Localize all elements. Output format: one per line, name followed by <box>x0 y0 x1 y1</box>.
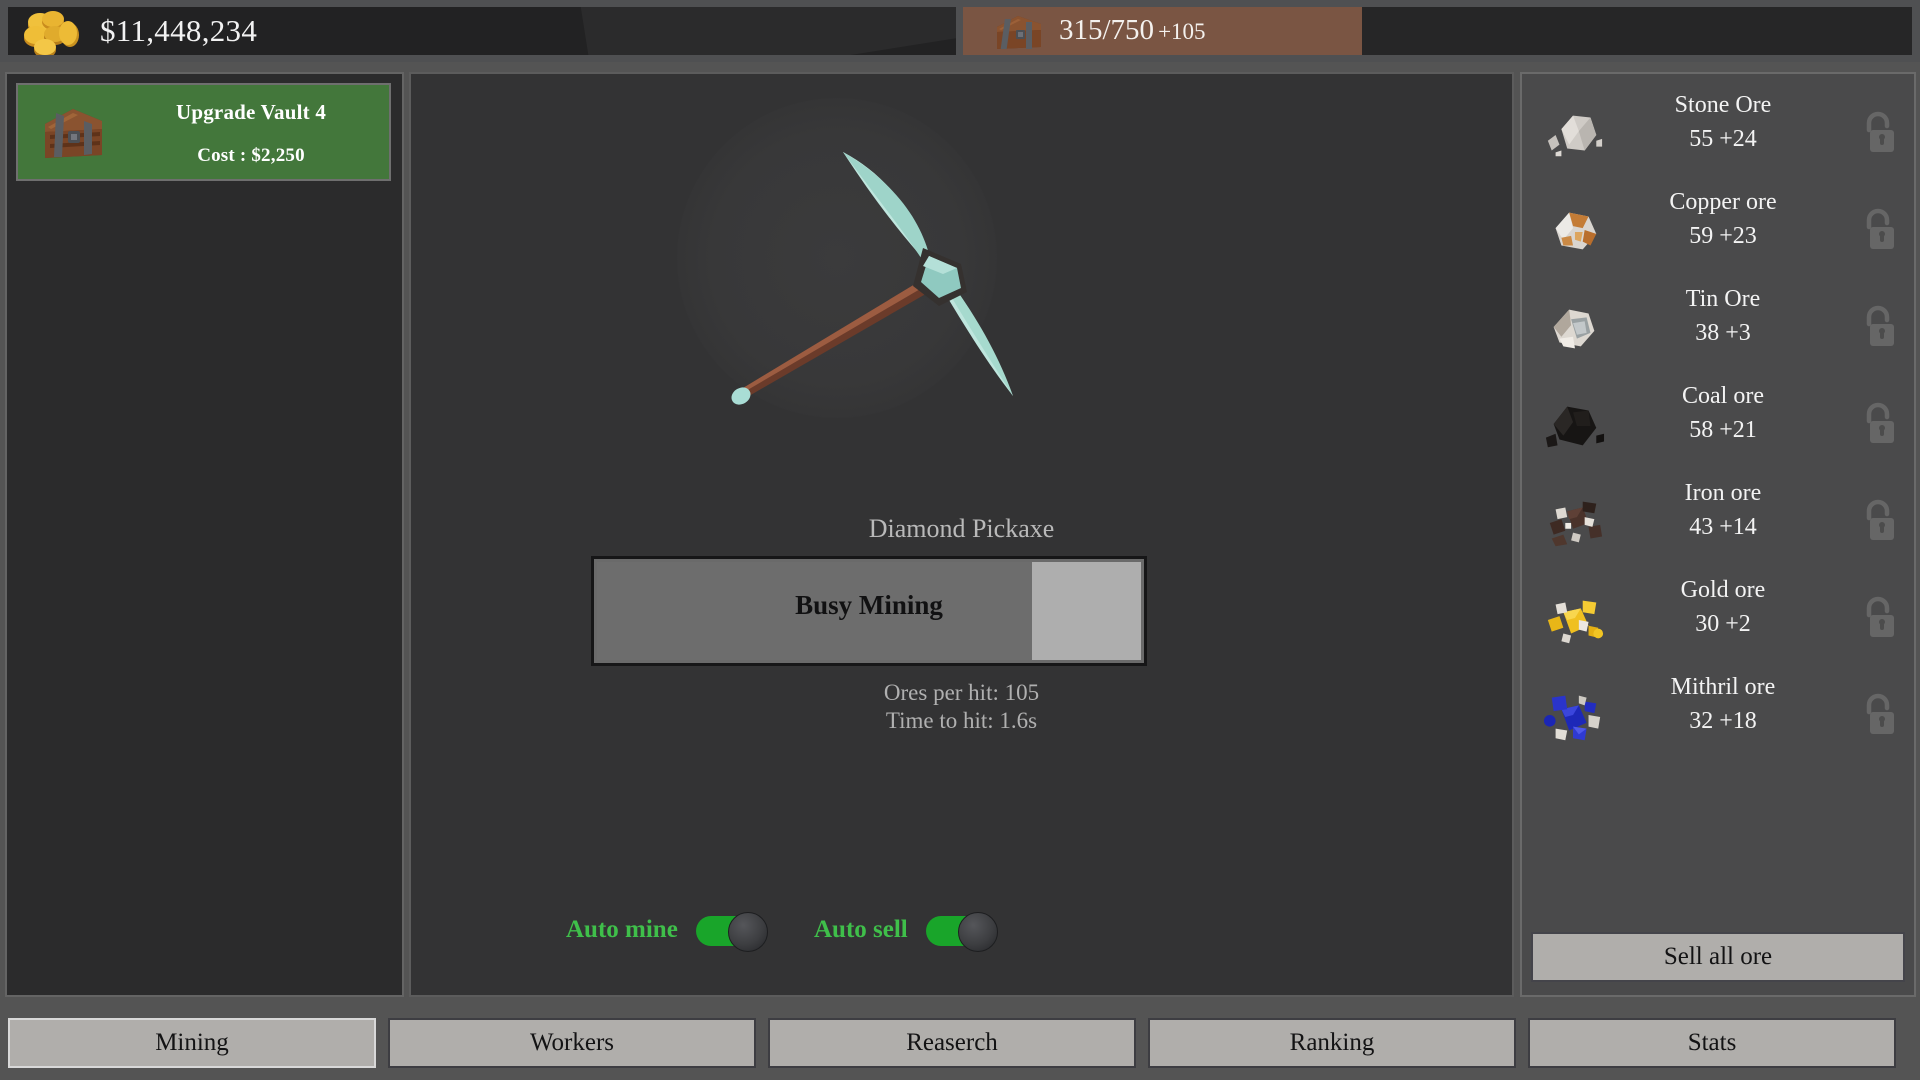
top-status-bar: $11,448,234 315/750 +105 <box>0 0 1920 62</box>
automation-toggles: Auto mine Auto sell <box>411 904 1512 964</box>
ore-count: 59 +23 <box>1689 223 1757 249</box>
mining-status-label: Busy Mining <box>795 590 943 620</box>
ore-row[interactable]: Iron ore 43 +14 <box>1522 472 1914 569</box>
coal-ore-icon <box>1545 406 1605 448</box>
diamond-pickaxe-icon[interactable] <box>631 94 1051 424</box>
tab-mining[interactable]: Mining <box>8 1018 376 1068</box>
ores-per-hit-stat: Ores per hit: 105 <box>883 680 1040 705</box>
sell-all-ore-button[interactable]: Sell all ore <box>1531 932 1905 982</box>
unlocked-padlock-icon <box>1866 499 1894 540</box>
ore-name: Gold ore <box>1680 577 1766 603</box>
ore-name: Mithril ore <box>1670 674 1776 700</box>
mining-progress-track: Busy Mining <box>597 562 1141 660</box>
game-window: $11,448,234 315/750 +105 Upgrade Vault 4… <box>0 0 1920 1080</box>
ore-row[interactable]: Gold ore 30 +2 <box>1522 569 1914 666</box>
auto-mine-label: Auto mine <box>566 916 678 943</box>
treasure-chest-icon <box>45 109 102 158</box>
ore-list: Stone Ore 55 +24 Copper ore 59 +23 Tin Ore 38… <box>1522 84 1914 763</box>
auto-sell-toggle-group: Auto sell <box>814 912 998 952</box>
ore-count: 43 +14 <box>1689 514 1757 540</box>
inventory-panel: Stone Ore 55 +24 Copper ore 59 +23 Tin Ore 38… <box>1520 72 1916 997</box>
unlocked-padlock-icon <box>1866 693 1894 734</box>
tab-workers[interactable]: Workers <box>388 1018 756 1068</box>
ore-lock-toggle[interactable] <box>1858 207 1898 253</box>
upgrade-vault-button[interactable]: Upgrade Vault 4 Cost : $2,250 <box>16 83 391 181</box>
ore-name: Iron ore <box>1684 480 1762 506</box>
vault-gain-value: +105 <box>1158 19 1206 44</box>
ore-name: Tin Ore <box>1685 286 1761 312</box>
unlocked-padlock-icon <box>1866 111 1894 152</box>
mithril-ore-icon <box>1543 695 1601 741</box>
vault-capacity-bar: 315/750 +105 <box>963 7 1912 55</box>
vault-current-value: 315/750 <box>1059 14 1155 46</box>
money-panel: $11,448,234 <box>8 7 956 55</box>
auto-sell-switch-knob <box>957 912 998 952</box>
tab-ranking[interactable]: Ranking <box>1148 1018 1516 1068</box>
copper-ore-icon <box>1555 212 1597 250</box>
ore-name: Coal ore <box>1682 383 1764 409</box>
ore-row[interactable]: Tin Ore 38 +3 <box>1522 278 1914 375</box>
gold-ore-icon <box>1547 600 1604 644</box>
ore-row[interactable]: Stone Ore 55 +24 <box>1522 84 1914 181</box>
gold-coins-icon <box>24 11 79 55</box>
ore-lock-toggle[interactable] <box>1858 401 1898 447</box>
unlocked-padlock-icon <box>1866 596 1894 637</box>
ore-row[interactable]: Coal ore 58 +21 <box>1522 375 1914 472</box>
ore-row[interactable]: Copper ore 59 +23 <box>1522 181 1914 278</box>
auto-mine-switch-knob <box>727 912 768 952</box>
mining-panel: Diamond Pickaxe Busy Mining Ores per hit… <box>409 72 1514 997</box>
unlocked-padlock-icon <box>1866 305 1894 346</box>
mining-progress-bar: Busy Mining <box>591 556 1147 666</box>
treasure-chest-icon <box>997 16 1041 49</box>
ore-lock-toggle[interactable] <box>1858 304 1898 350</box>
upgrade-vault-title: Upgrade Vault 4 <box>175 100 327 124</box>
stone-ore-icon <box>1547 115 1603 157</box>
bottom-tab-bar: Mining Workers Reaserch Ranking Stats <box>0 1005 1920 1080</box>
ore-lock-toggle[interactable] <box>1858 110 1898 156</box>
auto-sell-switch[interactable] <box>925 912 998 952</box>
ore-name: Stone Ore <box>1674 92 1772 118</box>
ore-name: Copper ore <box>1669 189 1777 215</box>
auto-mine-switch[interactable] <box>695 912 768 952</box>
ore-row[interactable]: Mithril ore 32 +18 <box>1522 666 1914 763</box>
time-to-hit-stat: Time to hit: 1.6s <box>885 708 1038 733</box>
ore-count: 32 +18 <box>1689 708 1757 734</box>
ore-count: 30 +2 <box>1695 611 1751 637</box>
tab-stats[interactable]: Stats <box>1528 1018 1896 1068</box>
ore-lock-toggle[interactable] <box>1858 595 1898 641</box>
upgrade-vault-cost: Cost : $2,250 <box>197 145 305 166</box>
unlocked-padlock-icon <box>1866 208 1894 249</box>
ore-lock-toggle[interactable] <box>1858 692 1898 738</box>
auto-mine-toggle-group: Auto mine <box>566 912 768 952</box>
vault-capacity-text: 315/750 +105 <box>1059 14 1206 47</box>
ore-count: 58 +21 <box>1689 417 1757 443</box>
auto-sell-label: Auto sell <box>814 916 908 943</box>
tab-reaserch[interactable]: Reaserch <box>768 1018 1136 1068</box>
upgrades-panel: Upgrade Vault 4 Cost : $2,250 <box>5 72 404 997</box>
unlocked-padlock-icon <box>1866 402 1894 443</box>
iron-ore-icon <box>1549 501 1603 547</box>
ore-count: 55 +24 <box>1689 126 1757 152</box>
money-amount: $11,448,234 <box>100 13 258 48</box>
pickaxe-name: Diamond Pickaxe <box>868 514 1055 543</box>
ore-count: 38 +3 <box>1695 320 1751 346</box>
ore-lock-toggle[interactable] <box>1858 498 1898 544</box>
tin-ore-icon <box>1553 309 1595 349</box>
